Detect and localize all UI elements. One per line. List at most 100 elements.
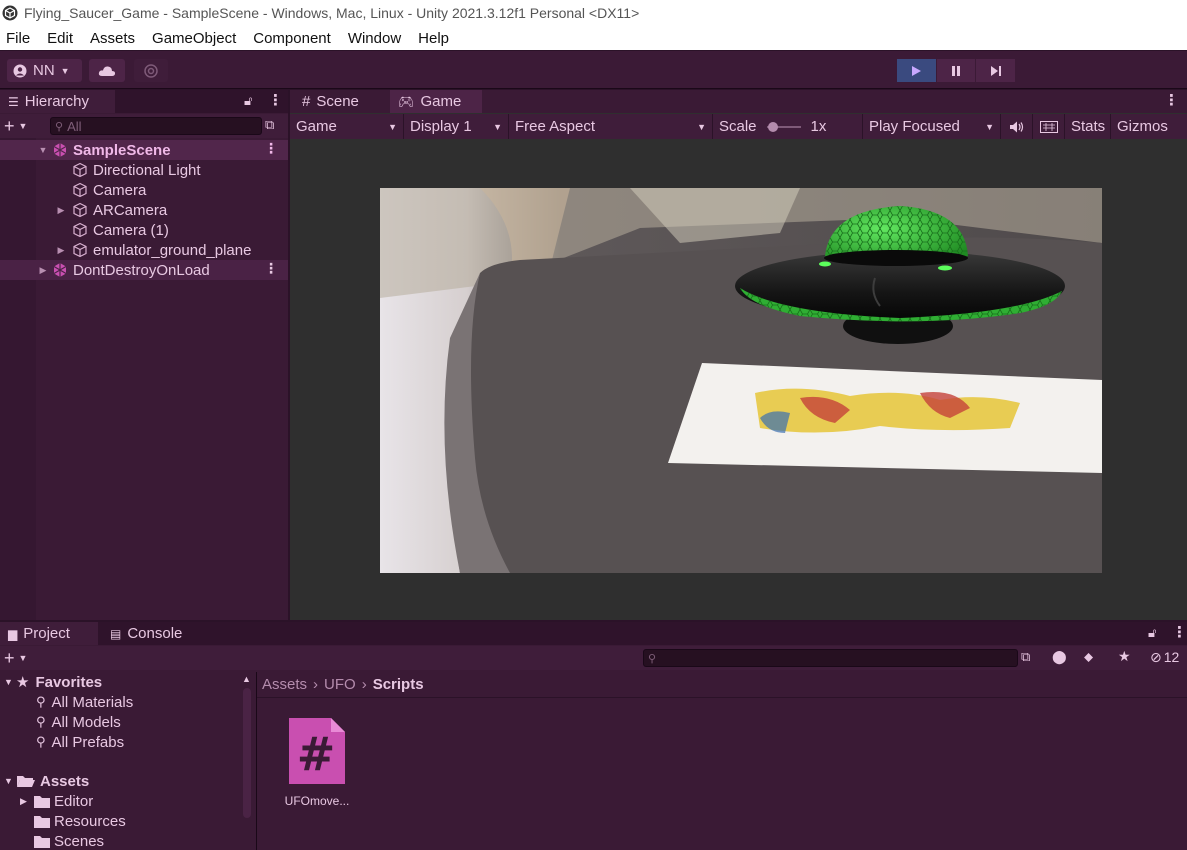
tab-project-label: Project	[23, 625, 70, 642]
search-icon: ⚲	[36, 714, 46, 729]
menu-window[interactable]: Window	[342, 30, 409, 47]
menu-component[interactable]: Component	[247, 30, 339, 47]
tree-item-label: ARCamera	[93, 201, 168, 219]
tab-scene[interactable]: # Scene	[294, 90, 367, 113]
favorite-label: All Models	[51, 713, 121, 731]
cloud-button[interactable]	[89, 59, 125, 82]
menu-edit[interactable]: Edit	[41, 30, 81, 47]
collab-button[interactable]	[134, 59, 168, 82]
mute-audio-button[interactable]	[1001, 114, 1033, 139]
folder-tree-scrollbar[interactable]	[243, 688, 251, 818]
scale-slider[interactable]: Scale 1x	[713, 114, 863, 139]
favorite-all-models[interactable]: ⚲ All Models	[0, 712, 255, 732]
scene-grid-icon: #	[302, 93, 311, 110]
menu-gameobject[interactable]: GameObject	[146, 30, 244, 47]
create-asset-button[interactable]: + ▼	[4, 648, 40, 668]
folder-editor[interactable]: ▶ Editor	[0, 791, 255, 811]
play-icon	[912, 65, 922, 76]
step-button[interactable]	[976, 59, 1016, 82]
expand-arrow-icon[interactable]: ▼	[4, 677, 16, 687]
folder-resources[interactable]: Resources	[0, 811, 255, 831]
tree-item-emulator-ground-plane[interactable]: ▶ emulator_ground_plane	[0, 240, 288, 260]
tab-hierarchy[interactable]: ☰ Hierarchy	[0, 90, 115, 113]
lock-icon[interactable]: 🔓︎	[244, 93, 252, 109]
assets-label: Assets	[40, 772, 90, 790]
tree-item-directional-light[interactable]: Directional Light	[0, 160, 288, 180]
tab-console[interactable]: ▤ Console	[102, 622, 190, 645]
breadcrumb-scripts[interactable]: Scripts	[373, 676, 424, 693]
tree-item-favorites[interactable]: ▼ ★ Favorites	[0, 672, 255, 692]
keyboard-shortcuts-button[interactable]	[1033, 114, 1065, 139]
expand-arrow-icon[interactable]: ▶	[20, 796, 34, 807]
game-viewport[interactable]	[380, 188, 1102, 573]
item-menu-icon[interactable]: ⋮	[264, 260, 278, 277]
project-search-input[interactable]: ⚲	[643, 649, 1018, 667]
favorite-star-icon[interactable]: ★	[1118, 648, 1131, 665]
favorite-label: All Materials	[51, 693, 134, 711]
unity-logo-icon	[2, 5, 18, 21]
tree-item-samplescene[interactable]: ▼ SampleScene ⋮	[0, 140, 288, 160]
tree-item-assets[interactable]: ▼ Assets	[0, 771, 255, 791]
hidden-packages-toggle[interactable]: ⊘ 12	[1150, 649, 1179, 666]
aspect-dropdown[interactable]: Free Aspect ▼	[509, 114, 713, 139]
panel-menu-icon[interactable]: ⋮	[268, 91, 283, 109]
project-search-row: + ▼ ⚲ ⧉ ⬤ ⬥ ★ ⊘ 12	[0, 646, 1187, 670]
display-dropdown[interactable]: Display 1 ▼	[404, 114, 509, 139]
tab-project[interactable]: ▆ Project	[0, 622, 98, 645]
stats-button[interactable]: Stats	[1065, 114, 1111, 139]
scroll-up-icon[interactable]: ▲	[242, 674, 251, 684]
account-icon	[13, 64, 27, 77]
game-mode-dropdown[interactable]: Game ▼	[290, 114, 404, 139]
breadcrumb-assets[interactable]: Assets	[262, 676, 307, 693]
slider-handle-icon[interactable]	[766, 121, 801, 133]
filter-by-type-icon[interactable]: ⬤	[1052, 649, 1067, 665]
lock-icon[interactable]: 🔓︎	[1148, 625, 1156, 641]
hierarchy-search-input[interactable]: ⚲ All	[50, 117, 262, 135]
item-menu-icon[interactable]: ⋮	[264, 140, 278, 157]
chevron-down-icon: ▼	[60, 65, 70, 76]
tree-item-dontdestroyonload[interactable]: ▶ DontDestroyOnLoad ⋮	[0, 260, 288, 280]
tree-item-camera[interactable]: Camera	[0, 180, 288, 200]
add-object-button[interactable]: + ▼	[4, 116, 40, 136]
tab-game[interactable]: 🎮︎ Game	[390, 90, 482, 113]
asset-ufomove-script[interactable]: # UFOmove...	[279, 716, 355, 808]
panel-menu-icon[interactable]: ⋮	[1172, 623, 1187, 641]
expand-arrow-icon[interactable]: ▼	[38, 145, 48, 155]
plus-icon: +	[4, 115, 15, 136]
tree-item-arcamera[interactable]: ▶ ARCamera	[0, 200, 288, 220]
pause-button[interactable]	[936, 59, 976, 82]
favorite-all-prefabs[interactable]: ⚲ All Prefabs	[0, 732, 255, 752]
favorites-label: Favorites	[35, 673, 103, 691]
tree-item-label: DontDestroyOnLoad	[73, 261, 210, 279]
scene-icon	[53, 263, 67, 277]
expand-arrow-icon[interactable]: ▶	[56, 245, 66, 256]
folder-scenes[interactable]: Scenes	[0, 831, 255, 850]
folder-icon	[34, 795, 50, 808]
hierarchy-tree: ▼ SampleScene ⋮ Directional Light Camera…	[0, 140, 288, 280]
filter-by-label-icon[interactable]: ⬥	[1084, 649, 1093, 665]
collab-icon	[144, 63, 158, 78]
stats-label: Stats	[1071, 118, 1106, 135]
menu-assets[interactable]: Assets	[84, 30, 143, 47]
play-button[interactable]	[897, 59, 936, 82]
project-panel: ▆ Project ▤ Console 🔓︎ ⋮ + ▼ ⚲ ⧉ ⬤ ⬥ ★ ⊘…	[0, 622, 1187, 850]
menu-file[interactable]: File	[0, 30, 38, 47]
expand-arrow-icon[interactable]: ▼	[4, 776, 16, 786]
scene-icon	[53, 143, 67, 157]
csharp-script-icon: #	[287, 716, 347, 786]
search-mode-icon[interactable]: ⧉	[1021, 649, 1030, 665]
play-mode-dropdown[interactable]: Play Focused ▼	[863, 114, 1001, 139]
gameobject-icon	[73, 222, 87, 238]
account-dropdown[interactable]: NN ▼	[7, 59, 82, 82]
breadcrumb-ufo[interactable]: UFO	[324, 676, 356, 693]
expand-arrow-icon[interactable]: ▶	[56, 205, 66, 216]
panel-menu-icon[interactable]: ⋮	[1164, 91, 1179, 109]
expand-arrow-icon[interactable]: ▶	[38, 265, 48, 276]
gizmos-button[interactable]: Gizmos	[1111, 114, 1173, 139]
tree-item-camera-1[interactable]: Camera (1)	[0, 220, 288, 240]
search-mode-icon[interactable]: ⧉	[265, 117, 274, 133]
search-icon: ⚲	[36, 694, 46, 709]
favorite-all-materials[interactable]: ⚲ All Materials	[0, 692, 255, 712]
menu-help[interactable]: Help	[412, 30, 457, 47]
breadcrumb-separator-icon: ›	[313, 676, 319, 693]
